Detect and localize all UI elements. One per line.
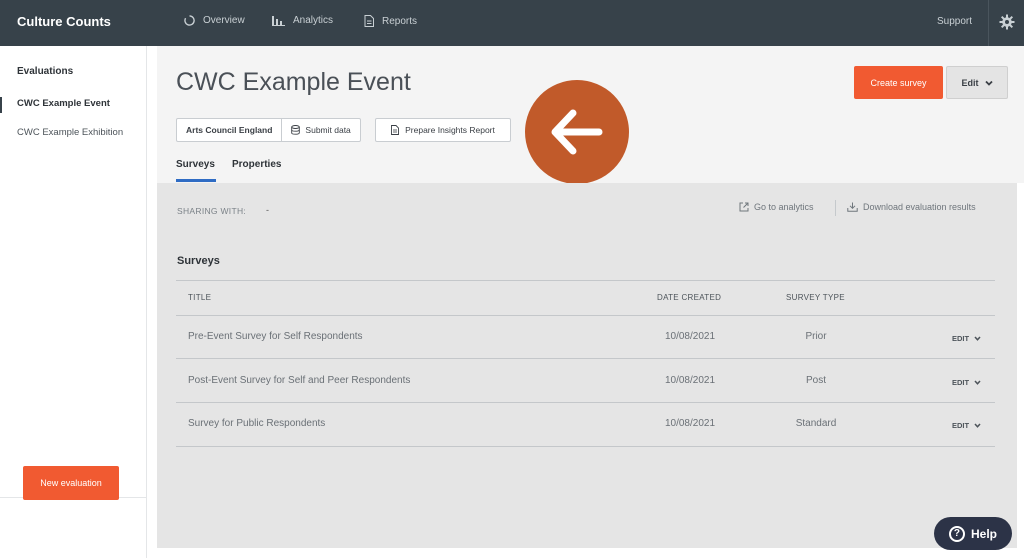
- prepare-insights-report-button[interactable]: Prepare Insights Report: [375, 118, 511, 142]
- new-evaluation-button[interactable]: New evaluation: [23, 466, 119, 500]
- links-divider: [835, 200, 836, 216]
- table-row-divider: [176, 358, 995, 359]
- go-to-analytics-label: Go to analytics: [754, 202, 814, 212]
- row-date-created: 10/08/2021: [664, 418, 716, 429]
- document-icon: [391, 125, 400, 135]
- row-date-created: 10/08/2021: [664, 375, 716, 386]
- column-header-survey-type: SURVEY TYPE: [786, 293, 845, 302]
- download-icon: [847, 202, 858, 212]
- table-top-border: [176, 280, 995, 281]
- row-survey-type: Standard: [795, 418, 837, 429]
- help-button[interactable]: ? Help: [934, 517, 1012, 550]
- row-survey-type: Post: [805, 375, 826, 386]
- sharing-value: -: [266, 205, 269, 215]
- analytics-icon: [272, 16, 285, 26]
- nav-overview[interactable]: Overview: [184, 15, 245, 26]
- row-edit-dropdown[interactable]: EDIT: [952, 421, 981, 430]
- table-row-divider: [176, 402, 995, 403]
- row-edit-label: EDIT: [952, 421, 970, 430]
- edit-dropdown-button[interactable]: Edit: [946, 66, 1008, 99]
- edit-button-label: Edit: [961, 77, 979, 88]
- surveys-section-title: Surveys: [177, 255, 220, 267]
- create-survey-button[interactable]: Create survey: [854, 66, 943, 99]
- database-icon: [291, 125, 301, 135]
- top-navigation-bar: Culture Counts Overview Analytics Report…: [0, 0, 1024, 46]
- download-results-label: Download evaluation results: [863, 202, 976, 212]
- row-date-created: 10/08/2021: [664, 331, 716, 342]
- overview-icon: [184, 15, 195, 26]
- table-header-border: [176, 315, 995, 316]
- column-header-date-created: DATE CREATED: [657, 293, 722, 302]
- funder-label: Arts Council England: [177, 119, 283, 141]
- funder-action-group: Arts Council England Submit data: [176, 118, 361, 142]
- row-survey-type: Prior: [805, 331, 827, 342]
- row-title[interactable]: Post-Event Survey for Self and Peer Resp…: [188, 375, 410, 386]
- row-title[interactable]: Survey for Public Respondents: [188, 418, 325, 429]
- sidebar-item-cwc-example-exhibition[interactable]: CWC Example Exhibition: [0, 126, 146, 140]
- chevron-down-icon: [974, 336, 981, 341]
- nav-overview-label: Overview: [203, 15, 245, 26]
- tab-surveys[interactable]: Surveys: [176, 159, 215, 170]
- chevron-down-icon: [984, 80, 993, 86]
- nav-analytics-label: Analytics: [293, 15, 334, 26]
- settings-button[interactable]: [999, 14, 1015, 35]
- external-link-icon: [739, 202, 749, 212]
- sidebar-heading: Evaluations: [17, 66, 74, 77]
- sidebar-footer: [0, 497, 146, 558]
- row-title[interactable]: Pre-Event Survey for Self Respondents: [188, 331, 363, 342]
- chevron-down-icon: [974, 380, 981, 385]
- reports-icon: [364, 15, 374, 27]
- nav-analytics[interactable]: Analytics: [272, 15, 333, 26]
- table-bottom-border: [176, 446, 995, 447]
- help-label: Help: [970, 526, 997, 541]
- arrow-left-overlay: [525, 80, 629, 184]
- page-title: CWC Example Event: [176, 68, 411, 96]
- column-header-title: TITLE: [188, 293, 212, 302]
- chevron-down-icon: [974, 423, 981, 428]
- main-content: [157, 183, 1017, 548]
- prepare-insights-label: Prepare Insights Report: [405, 125, 495, 135]
- nav-reports[interactable]: Reports: [364, 15, 417, 27]
- row-edit-dropdown[interactable]: EDIT: [952, 334, 981, 343]
- row-edit-dropdown[interactable]: EDIT: [952, 378, 981, 387]
- sidebar-item-cwc-example-event[interactable]: CWC Example Event: [0, 97, 146, 113]
- topbar-divider: [988, 0, 989, 46]
- brand-logo[interactable]: Culture Counts: [17, 14, 111, 29]
- download-results-link[interactable]: Download evaluation results: [847, 202, 976, 212]
- row-edit-label: EDIT: [952, 334, 970, 343]
- tab-properties[interactable]: Properties: [232, 159, 281, 170]
- support-link[interactable]: Support: [937, 16, 972, 27]
- question-mark-icon: ?: [948, 525, 965, 542]
- sharing-label: SHARING WITH:: [177, 206, 247, 216]
- go-to-analytics-link[interactable]: Go to analytics: [739, 202, 814, 212]
- gear-icon: [999, 14, 1015, 30]
- submit-data-label: Submit data: [305, 125, 351, 135]
- nav-reports-label: Reports: [382, 15, 418, 27]
- arrow-left-icon: [551, 109, 603, 155]
- row-edit-label: EDIT: [952, 378, 970, 387]
- submit-data-button[interactable]: Submit data: [282, 119, 359, 141]
- active-tab-indicator: [176, 179, 216, 182]
